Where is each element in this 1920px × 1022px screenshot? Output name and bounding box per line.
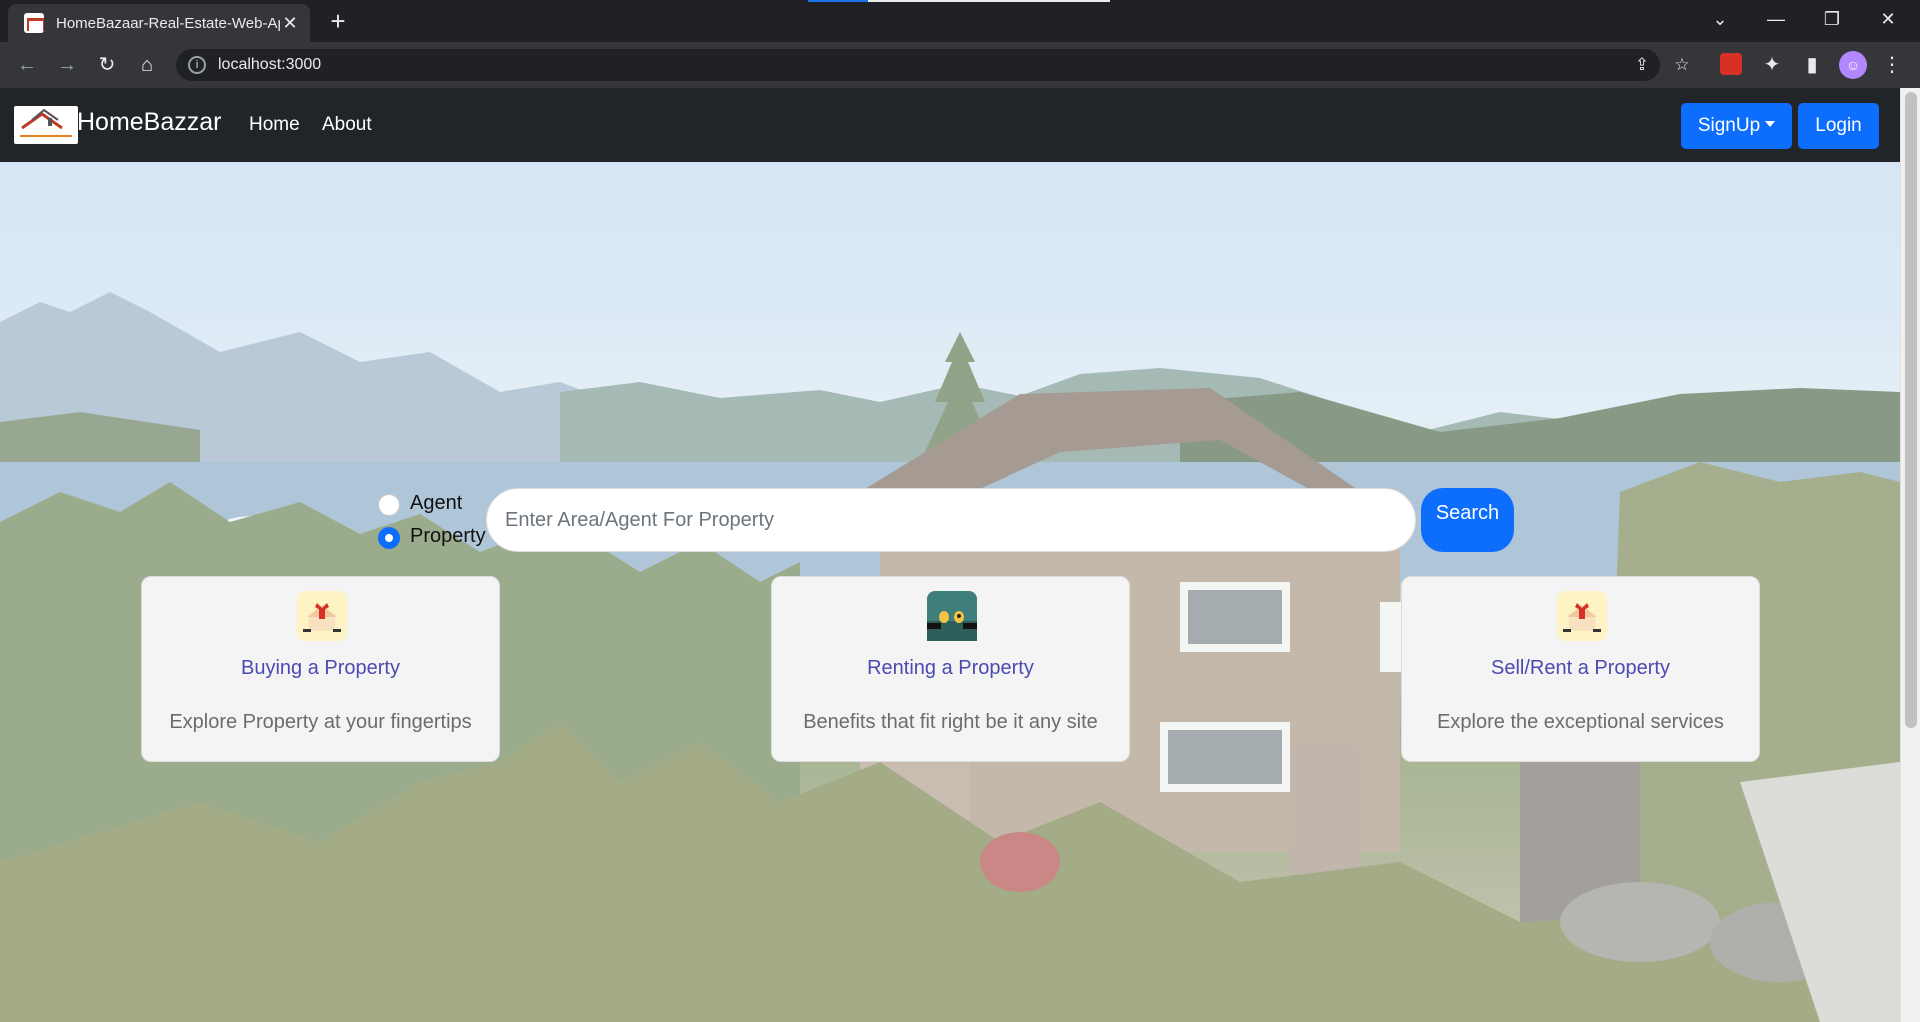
browser-tab[interactable]: HomeBazaar-Real-Estate-Web-App ✕: [8, 4, 310, 42]
card-title[interactable]: Buying a Property: [142, 657, 499, 680]
radio-property-label[interactable]: Property: [410, 525, 486, 548]
browser-tab-strip: HomeBazaar-Real-Estate-Web-App ✕ + ⌄ — ❐…: [0, 0, 1920, 42]
card-description: Benefits that fit right be it any site: [803, 711, 1098, 733]
card-title[interactable]: Sell/Rent a Property: [1402, 657, 1759, 680]
hero-section: 1114 Agent Property Search: [0, 162, 1900, 1022]
card-description: Explore the exceptional services: [1437, 711, 1724, 733]
search-input[interactable]: [486, 488, 1416, 552]
caret-down-icon: [1765, 121, 1776, 127]
back-arrow-icon[interactable]: ←: [13, 51, 41, 79]
service-card-renting[interactable]: Renting a Property Benefits that fit rig…: [771, 576, 1130, 762]
tab-title: HomeBazaar-Real-Estate-Web-App: [56, 14, 280, 32]
extension-icon[interactable]: [1720, 53, 1742, 75]
home-icon[interactable]: ⌂: [133, 51, 161, 79]
tab-search-dropdown-icon[interactable]: ⌄: [1692, 0, 1748, 38]
search-button[interactable]: Search: [1421, 488, 1514, 552]
restore-window-button[interactable]: ❐: [1804, 0, 1860, 38]
scrollbar-thumb[interactable]: [1905, 92, 1917, 728]
browser-menu-icon[interactable]: ⋮: [1878, 51, 1906, 79]
card-title[interactable]: Renting a Property: [772, 657, 1129, 680]
signup-dropdown-button[interactable]: SignUp: [1681, 103, 1792, 149]
house-gift-icon: [297, 591, 347, 641]
profile-avatar[interactable]: ☺: [1839, 51, 1867, 79]
minimize-window-button[interactable]: —: [1748, 0, 1804, 38]
page-viewport: HomeBazzar Home About SignUp Login Agent…: [0, 88, 1900, 1022]
tab-close-icon[interactable]: ✕: [280, 13, 300, 34]
nav-link-about[interactable]: About: [322, 114, 372, 136]
new-tab-button[interactable]: +: [324, 6, 352, 36]
browser-toolbar: ← → ↻ ⌂ i localhost:3000 ⇪ ☆ ✦ ▮ ☺ ⋮: [0, 42, 1920, 88]
close-window-button[interactable]: ✕: [1860, 0, 1916, 38]
card-description: Explore Property at your fingertips: [169, 711, 472, 733]
site-info-icon[interactable]: i: [188, 56, 206, 74]
signup-label: SignUp: [1697, 115, 1761, 136]
key-hand-icon: [927, 591, 977, 641]
side-panel-icon[interactable]: ▮: [1798, 51, 1826, 79]
radio-property[interactable]: [378, 527, 400, 549]
brand-name[interactable]: HomeBazzar: [77, 108, 222, 137]
extensions-puzzle-icon[interactable]: ✦: [1758, 51, 1786, 79]
site-navbar: HomeBazzar Home About SignUp Login: [0, 88, 1900, 162]
house-gift-icon: [1557, 591, 1607, 641]
tab-strip-highlight-accent: [808, 0, 868, 2]
service-card-buying[interactable]: Buying a Property Explore Property at yo…: [141, 576, 500, 762]
bookmark-star-icon[interactable]: ☆: [1670, 53, 1694, 77]
address-bar[interactable]: i localhost:3000 ⇪ ☆: [176, 49, 1690, 81]
login-button[interactable]: Login: [1798, 103, 1879, 149]
share-icon[interactable]: ⇪: [1630, 53, 1654, 77]
site-logo[interactable]: [14, 106, 78, 144]
reload-icon[interactable]: ↻: [93, 51, 121, 79]
forward-arrow-icon[interactable]: →: [53, 51, 81, 79]
service-card-sell-rent[interactable]: Sell/Rent a Property Explore the excepti…: [1401, 576, 1760, 762]
page-scrollbar[interactable]: [1900, 88, 1920, 1022]
radio-agent-label[interactable]: Agent: [410, 492, 462, 515]
address-url[interactable]: localhost:3000: [218, 56, 321, 74]
nav-link-home[interactable]: Home: [249, 114, 300, 136]
site-favicon-icon: [24, 13, 44, 33]
radio-agent[interactable]: [378, 494, 400, 516]
